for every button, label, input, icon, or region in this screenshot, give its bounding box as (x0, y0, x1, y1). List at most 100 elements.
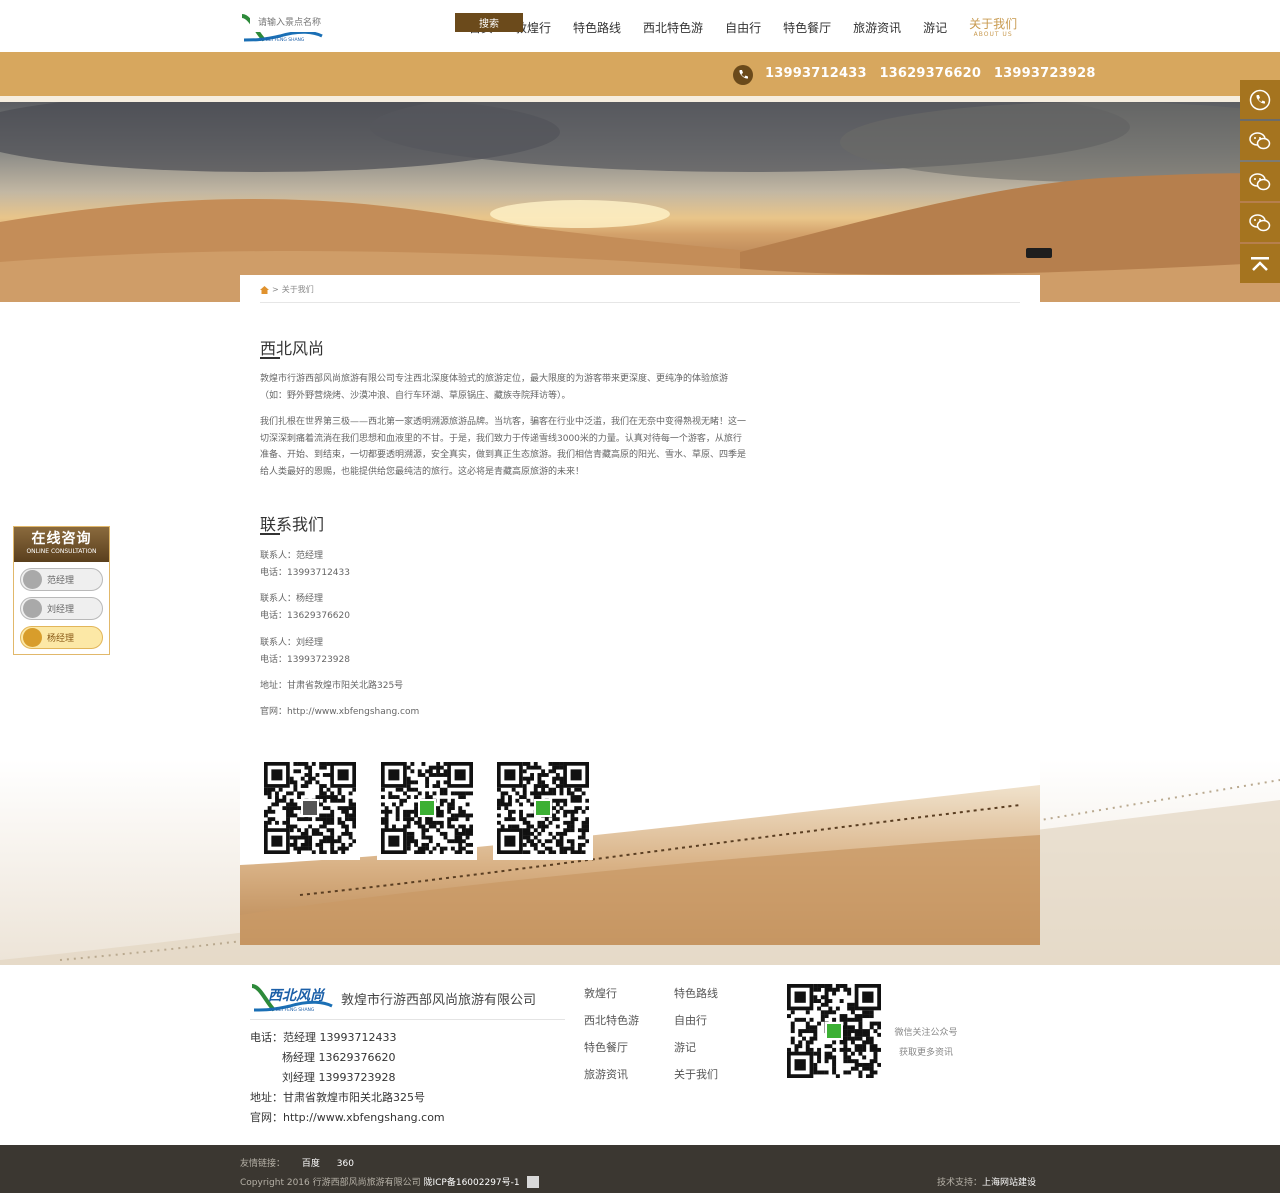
footer-address: 地址：甘肃省敦煌市阳关北路325号 (250, 1091, 425, 1104)
footer-phone-row-1: 电话：范经理 13993712433 (250, 1028, 445, 1048)
icp-number[interactable]: 陇ICP备16002297号-1 (423, 1178, 519, 1188)
chat-icon (23, 599, 42, 618)
sand-dune-image (240, 785, 1040, 945)
about-paragraph-2: 我们扎根在世界第三极——西北第一家透明溯源旅游品牌。当坑客，骗客在行业中泛滥，我… (260, 417, 747, 477)
title-underline (260, 533, 280, 535)
online-consultation-panel: 在线咨询 ONLINE CONSULTATION 范经理 刘经理 杨经理 (13, 526, 110, 655)
consultation-subtitle: ONLINE CONSULTATION (26, 548, 97, 555)
breadcrumb-current[interactable]: 关于我们 (282, 284, 314, 295)
footer-link-about-us[interactable]: 关于我们 (674, 1066, 764, 1083)
tech-support: 技术支持：上海网站建设 (937, 1175, 1036, 1188)
copyright-line: Copyright 2016 行游西部风尚旅游有限公司 陇ICP备1600229… (240, 1175, 539, 1188)
about-content: > 关于我们 西北风尚 敦煌市行游西部风尚旅游有限公司专注西北深度体验式的旅游定… (240, 275, 1040, 945)
qr-code-image (264, 762, 357, 855)
breadcrumb-separator: > (272, 285, 279, 294)
site-header: 西北风尚 XI BEI FENG SHANG 首页 敦煌行 特色路线 西北特色游… (0, 0, 1280, 52)
nav-item-about-us[interactable]: 关于我们 ABOUT US (958, 0, 1028, 52)
hotline-numbers: 13993712433 13629376620 13993723928 (765, 66, 1104, 81)
back-to-top-button[interactable] (1240, 244, 1280, 283)
back-to-top-icon (1251, 256, 1269, 271)
wechat-tool-button-3[interactable] (1240, 203, 1280, 242)
wechat-icon (1249, 131, 1271, 149)
consultation-title: 在线咨询 (31, 531, 92, 547)
footer-link-restaurants[interactable]: 特色餐厅 (584, 1039, 674, 1056)
site-footer: 西北风尚 XI BEI FENG SHANG 敦煌市行游西部风尚旅游有限公司 电… (0, 965, 1280, 1145)
qr-code-image (381, 762, 474, 855)
divider (260, 302, 1020, 303)
footer-link-northwest-tours[interactable]: 西北特色游 (584, 1012, 674, 1029)
about-title: 西北风尚 (260, 339, 325, 358)
footer-phone-2: 杨经理 13629376620 (282, 1051, 396, 1064)
footer-contact: 电话：范经理 13993712433 杨经理 13629376620 刘经理 1… (250, 1028, 445, 1128)
contact-website[interactable]: 官网：http://www.xbfengshang.com (260, 704, 419, 721)
qr-code-1 (260, 758, 360, 860)
footer-link-routes[interactable]: 特色路线 (674, 985, 764, 1002)
nav-item-travel-news[interactable]: 旅游资讯 (842, 0, 912, 52)
consult-agent-label: 刘经理 (47, 605, 75, 615)
hotline-1: 13993712433 (765, 66, 867, 81)
footer-qr-caption: 微信关注公众号 获取更多资讯 (893, 1023, 959, 1063)
wechat-tool-button-1[interactable] (1240, 121, 1280, 160)
about-paragraph-1: 敦煌市行游西部风尚旅游有限公司专注西北深度体验式的旅游定位，最大限度的为游客带来… (260, 374, 729, 401)
footer-phone-1: 范经理 13993712433 (283, 1031, 397, 1044)
phone-icon (1249, 89, 1271, 110)
contact-phone-1: 电话：13993712433 (260, 568, 350, 578)
contact-title: 联系我们 (260, 515, 325, 534)
contact-name-2: 联系人：杨经理 (260, 594, 324, 604)
nav-item-travelogue[interactable]: 游记 (912, 0, 958, 52)
phone-tool-button[interactable] (1240, 80, 1280, 119)
footer-logo[interactable]: 西北风尚 XI BEI FENG SHANG (250, 980, 334, 1016)
divider (250, 1019, 565, 1020)
footer-link-travelogue[interactable]: 游记 (674, 1039, 764, 1056)
consult-agent-label: 范经理 (47, 576, 75, 586)
hotline-3: 13993723928 (993, 66, 1096, 81)
footer-website[interactable]: 官网：http://www.xbfengshang.com (250, 1108, 445, 1128)
footer-link-self-guided[interactable]: 自由行 (674, 1012, 764, 1029)
consult-agent-label: 杨经理 (47, 634, 75, 644)
copyright-bar: 友情链接： 百度 360 Copyright 2016 行游西部风尚旅游有限公司… (0, 1145, 1280, 1193)
footer-phone-label: 电话： (250, 1031, 283, 1044)
contact-address: 地址：甘肃省敦煌市阳关北路325号 (260, 681, 404, 691)
tech-support-label: 技术支持： (937, 1178, 983, 1188)
friend-link-baidu[interactable]: 百度 (302, 1159, 320, 1169)
footer-link-travel-news[interactable]: 旅游资讯 (584, 1066, 674, 1083)
search-button[interactable]: 搜索 (455, 13, 523, 32)
wechat-tool-button-2[interactable] (1240, 162, 1280, 201)
contact-name-3: 联系人：刘经理 (260, 638, 324, 648)
main-nav: 首页 敦煌行 特色路线 西北特色游 自由行 特色餐厅 旅游资讯 游记 关于我们 … (458, 0, 1028, 52)
consult-agent-fan[interactable]: 范经理 (20, 568, 103, 591)
hotline-2: 13629376620 (879, 66, 982, 81)
consult-agent-liu[interactable]: 刘经理 (20, 597, 103, 620)
footer-company-name: 敦煌市行游西部风尚旅游有限公司 (341, 993, 537, 1008)
breadcrumb: > 关于我们 (260, 284, 314, 295)
qr-code-2 (377, 758, 477, 860)
friend-links-label: 友情链接： (240, 1159, 286, 1169)
friend-links: 友情链接： 百度 360 (240, 1156, 354, 1169)
consultation-header: 在线咨询 ONLINE CONSULTATION (14, 527, 109, 562)
chat-icon (23, 570, 42, 589)
footer-qr-code (787, 984, 881, 1078)
nav-item-restaurants[interactable]: 特色餐厅 (772, 0, 842, 52)
contact-phone-2: 电话：13629376620 (260, 611, 350, 621)
svg-text:西北风尚: 西北风尚 (268, 987, 326, 1004)
wechat-icon (1249, 172, 1271, 190)
footer-links: 敦煌行 特色路线 西北特色游 自由行 特色餐厅 游记 旅游资讯 关于我们 (584, 985, 764, 1083)
record-badge-icon[interactable] (526, 1176, 539, 1188)
footer-phone-3: 刘经理 13993723928 (282, 1071, 396, 1084)
nav-item-northwest-tours[interactable]: 西北特色游 (632, 0, 714, 52)
friend-link-360[interactable]: 360 (337, 1159, 354, 1169)
footer-link-dunhuang[interactable]: 敦煌行 (584, 985, 674, 1002)
qr-caption-line-1: 微信关注公众号 (894, 1028, 958, 1038)
qr-code-image (497, 762, 590, 855)
tech-support-link[interactable]: 上海网站建设 (982, 1178, 1036, 1188)
nav-about-sublabel: ABOUT US (973, 31, 1013, 38)
qr-code-3 (493, 758, 593, 860)
consult-agent-yang[interactable]: 杨经理 (20, 626, 103, 649)
nav-item-routes[interactable]: 特色路线 (562, 0, 632, 52)
qr-caption-line-2: 获取更多资讯 (898, 1048, 953, 1058)
nav-item-self-guided[interactable]: 自由行 (714, 0, 772, 52)
home-icon[interactable] (260, 285, 269, 294)
copyright-text: Copyright 2016 行游西部风尚旅游有限公司 (240, 1178, 421, 1188)
search-input[interactable] (250, 13, 455, 32)
contact-phone-3: 电话：13993723928 (260, 655, 350, 665)
